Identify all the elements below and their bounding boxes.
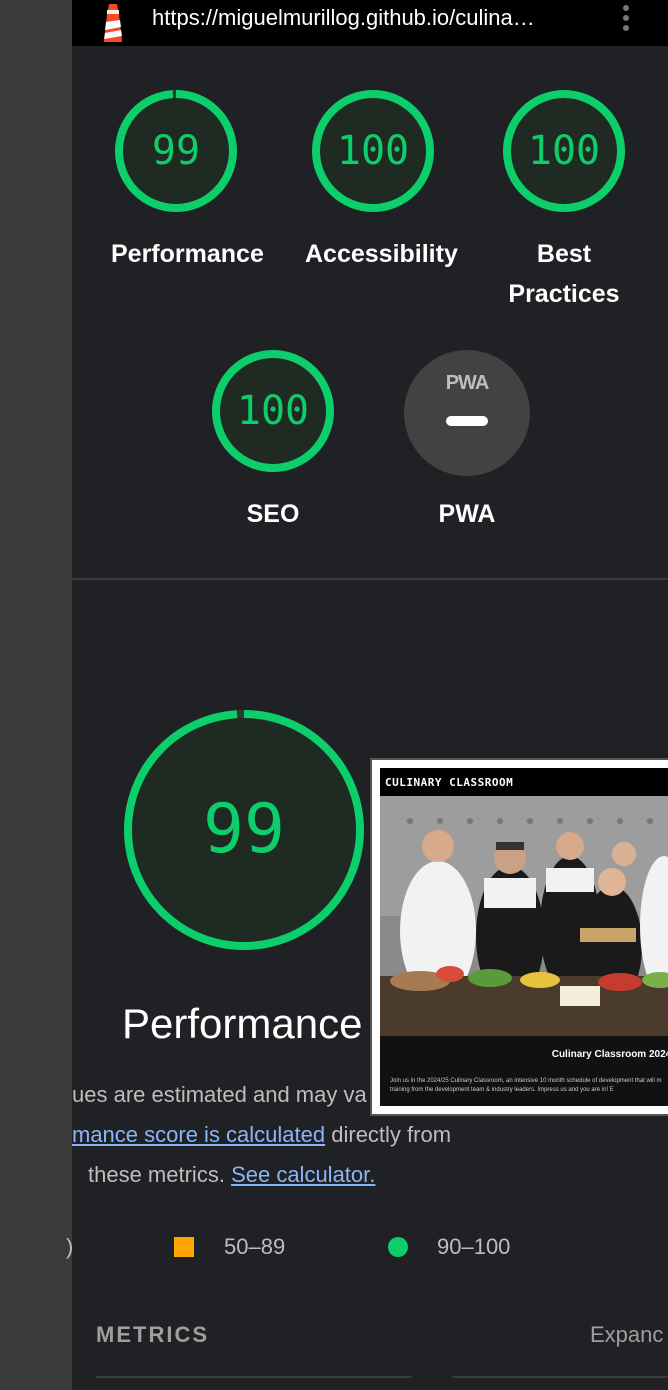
- gauge-label-line: Practices: [508, 280, 620, 308]
- left-panel-strip: [0, 0, 72, 1390]
- screenshot-caption-body: Join us in the 2024/25 Culinary Classroo…: [390, 1077, 668, 1095]
- gauge-ring: 99: [115, 90, 237, 212]
- gauge-pwa[interactable]: PWA PWA: [402, 350, 532, 534]
- legend-average-square-icon: [174, 1237, 194, 1257]
- gauge-label: SEO: [246, 500, 300, 528]
- gauge-score: 100: [236, 388, 310, 434]
- gauge-accessibility[interactable]: 100 Accessibility: [305, 90, 458, 274]
- expand-view-toggle[interactable]: Expanc: [590, 1322, 663, 1348]
- metrics-heading: METRICS: [96, 1322, 209, 1347]
- performance-description-line: ues are estimated and may va: [72, 1082, 367, 1107]
- performance-description-line: mance score is calculated directly from: [72, 1122, 451, 1148]
- performance-description-line: these metrics. See calculator.: [88, 1162, 375, 1188]
- pwa-badge-text: PWA: [445, 372, 490, 394]
- performance-score: 99: [203, 790, 285, 869]
- metrics-divider: [452, 1376, 668, 1378]
- legend-average-range: 50–89: [224, 1234, 286, 1259]
- legend-pass-range: 90–100: [437, 1234, 511, 1259]
- performance-big-gauge: 99: [120, 706, 368, 954]
- lighthouse-icon: [104, 4, 122, 42]
- gauge-label: PWA: [438, 500, 496, 528]
- kebab-menu-icon[interactable]: [620, 2, 632, 38]
- pwa-badge-icon: PWA: [404, 350, 530, 476]
- screenshot-content: CULINARY CLASSROOM Culinary Classroom 20…: [380, 768, 668, 1106]
- description-text: these metrics.: [88, 1162, 225, 1187]
- gauge-ring: 100: [212, 350, 334, 472]
- gauge-best-practices[interactable]: 100 Best Practices: [499, 90, 629, 314]
- score-calculation-link[interactable]: mance score is calculated: [72, 1122, 325, 1147]
- gauge-label: Accessibility: [305, 240, 458, 268]
- gauge-score: 100: [336, 128, 410, 174]
- gauge-seo[interactable]: 100 SEO: [208, 350, 338, 534]
- performance-title: Performance: [122, 1000, 363, 1047]
- legend-pass-circle-icon: [388, 1237, 408, 1257]
- gauge-label: Best Practices: [499, 234, 629, 314]
- gauge-performance[interactable]: 99 Performance: [111, 90, 264, 274]
- screenshot-caption-line: training from the development team & ind…: [390, 1087, 614, 1093]
- gauge-ring: 100: [312, 90, 434, 212]
- screenshot-caption-title: Culinary Classroom 2024/: [551, 1049, 668, 1060]
- description-text: directly from: [331, 1122, 452, 1147]
- gauge-label: Performance: [111, 240, 264, 268]
- pwa-dash-icon: [446, 416, 488, 426]
- screenshot-site-title: CULINARY CLASSROOM: [385, 776, 514, 789]
- screenshot-caption-line: Join us in the 2024/25 Culinary Classroo…: [390, 1078, 662, 1084]
- report-url[interactable]: https://miguelmurillog.github.io/culina…: [152, 5, 535, 31]
- gauge-ring: 100: [503, 90, 625, 212]
- chefs-photo-illustration: [380, 796, 668, 1036]
- section-divider: [72, 578, 668, 580]
- chefs-photo: [380, 796, 668, 1036]
- report-topbar: https://miguelmurillog.github.io/culina…: [72, 0, 668, 46]
- gauge-score: 99: [151, 128, 201, 174]
- gauge-label-line: Best: [536, 240, 592, 268]
- screenshot-header: CULINARY CLASSROOM: [380, 768, 668, 796]
- legend-fail-fragment: ): [66, 1234, 74, 1259]
- see-calculator-link[interactable]: See calculator.: [231, 1162, 375, 1187]
- page-screenshot-thumbnail[interactable]: CULINARY CLASSROOM Culinary Classroom 20…: [370, 758, 668, 1116]
- metrics-divider: [96, 1376, 412, 1378]
- gauge-score: 100: [527, 128, 601, 174]
